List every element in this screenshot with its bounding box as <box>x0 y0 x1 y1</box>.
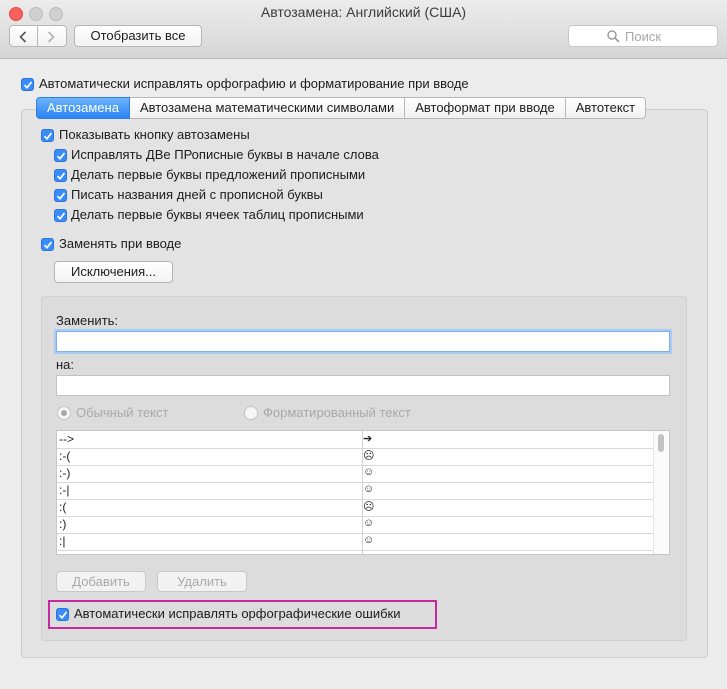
show-autocorrect-button-checkbox[interactable] <box>41 129 54 142</box>
with-cell: ☹ <box>363 501 375 513</box>
table-row[interactable]: :-) ☺ <box>57 465 655 483</box>
show-autocorrect-button-label: Показывать кнопку автозамены <box>59 127 250 142</box>
with-input[interactable] <box>56 375 670 396</box>
checkmark-icon <box>56 172 66 180</box>
formatted-text-radio[interactable] <box>244 406 258 420</box>
delete-button[interactable]: Удалить <box>157 571 247 592</box>
checkmark-icon <box>58 611 68 619</box>
capitalize-sentences-label: Делать первые буквы предложений прописны… <box>71 167 366 182</box>
checkmark-icon <box>23 81 33 89</box>
autocorrect-window: Автозамена: Английский (США) Отобразить … <box>0 0 727 689</box>
list-scrollbar[interactable] <box>653 431 669 554</box>
with-cell: ☺ <box>363 534 375 546</box>
table-row[interactable]: :( ☹ <box>57 499 655 517</box>
autocorrect-spelling-checkbox[interactable] <box>56 608 69 621</box>
tab-autoformat[interactable]: Автоформат при вводе <box>405 97 566 119</box>
chevron-right-icon <box>47 31 55 43</box>
with-cell: ☺ <box>363 483 375 495</box>
scrollbar-thumb[interactable] <box>658 434 664 452</box>
table-row[interactable]: :-( ☹ <box>57 448 655 466</box>
replace-cell: :( <box>59 500 67 514</box>
replace-as-type-label: Заменять при вводе <box>59 236 182 251</box>
title-bar: Автозамена: Английский (США) Отобразить … <box>0 0 727 59</box>
replace-cell: :-| <box>59 483 70 497</box>
with-cell: ☺ <box>363 466 375 478</box>
replace-cell: --> <box>59 432 74 446</box>
checkmark-icon <box>56 152 66 160</box>
checkmark-icon <box>56 212 66 220</box>
search-field[interactable]: Поиск <box>568 25 718 47</box>
table-row[interactable]: :| ☺ <box>57 533 655 551</box>
nav-button-group <box>9 25 67 47</box>
back-button[interactable] <box>9 25 38 47</box>
plain-text-radio[interactable] <box>57 406 71 420</box>
checkmark-icon <box>43 241 53 249</box>
capitalize-sentences-checkbox[interactable] <box>54 169 67 182</box>
replace-cell: :-) <box>59 466 71 480</box>
add-button[interactable]: Добавить <box>56 571 146 592</box>
table-row[interactable]: :-| ☺ <box>57 482 655 500</box>
autocorrect-master-label: Автоматически исправлять орфографию и фо… <box>39 76 469 91</box>
formatted-text-label: Форматированный текст <box>263 405 411 420</box>
autocorrect-master-checkbox[interactable] <box>21 78 34 91</box>
checkmark-icon <box>56 192 66 200</box>
with-cell: ☺ <box>363 517 375 529</box>
table-row[interactable]: :) ☺ <box>57 516 655 534</box>
with-label: на: <box>56 357 75 372</box>
search-icon <box>607 30 620 43</box>
plain-text-label: Обычный текст <box>76 405 169 420</box>
capitalize-days-label: Писать названия дней с прописной буквы <box>71 187 323 202</box>
replace-cell: :) <box>59 517 67 531</box>
two-initial-caps-label: Исправлять ДВе ПРописные буквы в начале … <box>71 147 379 162</box>
replace-cell: :-( <box>59 449 71 463</box>
replace-as-type-checkbox[interactable] <box>41 238 54 251</box>
two-initial-caps-checkbox[interactable] <box>54 149 67 162</box>
tab-math-autocorrect[interactable]: Автозамена математическими символами <box>129 97 406 119</box>
column-divider <box>362 431 363 554</box>
checkmark-icon <box>43 132 53 140</box>
exceptions-button[interactable]: Исключения... <box>54 261 173 283</box>
capitalize-table-cells-label: Делать первые буквы ячеек таблиц прописн… <box>71 207 364 222</box>
tab-autotext[interactable]: Автотекст <box>565 97 647 119</box>
autocorrect-list[interactable]: --> ➔ :-( ☹ :-) ☺ :-| ☺ :( ☹ :) ☺ :| ☺ <box>56 430 670 555</box>
forward-button[interactable] <box>37 25 67 47</box>
capitalize-days-checkbox[interactable] <box>54 189 67 202</box>
table-row[interactable]: --> ➔ <box>57 431 655 449</box>
tab-autocorrect[interactable]: Автозамена <box>36 97 130 119</box>
search-placeholder: Поиск <box>625 29 662 44</box>
autocorrect-spelling-label: Автоматически исправлять орфографические… <box>74 606 401 621</box>
chevron-left-icon <box>19 31 27 43</box>
replace-label: Заменить: <box>56 313 119 328</box>
capitalize-table-cells-checkbox[interactable] <box>54 209 67 222</box>
show-all-button[interactable]: Отобразить все <box>74 25 202 47</box>
tab-bar: Автозамена Автозамена математическими си… <box>36 97 647 119</box>
replace-cell: :| <box>59 534 66 548</box>
window-title: Автозамена: Английский (США) <box>260 4 467 20</box>
replace-input[interactable] <box>56 331 670 352</box>
with-cell: ➔ <box>363 433 373 445</box>
with-cell: ☹ <box>363 450 375 462</box>
